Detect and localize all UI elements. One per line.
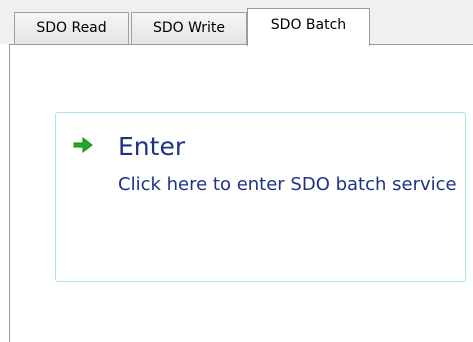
enter-command-link[interactable]: Enter Click here to enter SDO batch serv…: [55, 112, 466, 282]
tab-sdo-batch[interactable]: SDO Batch: [247, 8, 370, 46]
sdo-window: SDO Read SDO Write SDO Batch Enter Click…: [0, 0, 473, 342]
command-link-title: Enter: [118, 132, 186, 161]
sdo-batch-panel: Enter Click here to enter SDO batch serv…: [9, 44, 473, 342]
tab-strip: SDO Read SDO Write SDO Batch: [0, 0, 473, 46]
green-arrow-right-icon: [73, 136, 93, 154]
tab-sdo-write[interactable]: SDO Write: [131, 12, 247, 44]
command-link-description: Click here to enter SDO batch service: [118, 174, 457, 195]
tab-sdo-read[interactable]: SDO Read: [14, 12, 129, 44]
